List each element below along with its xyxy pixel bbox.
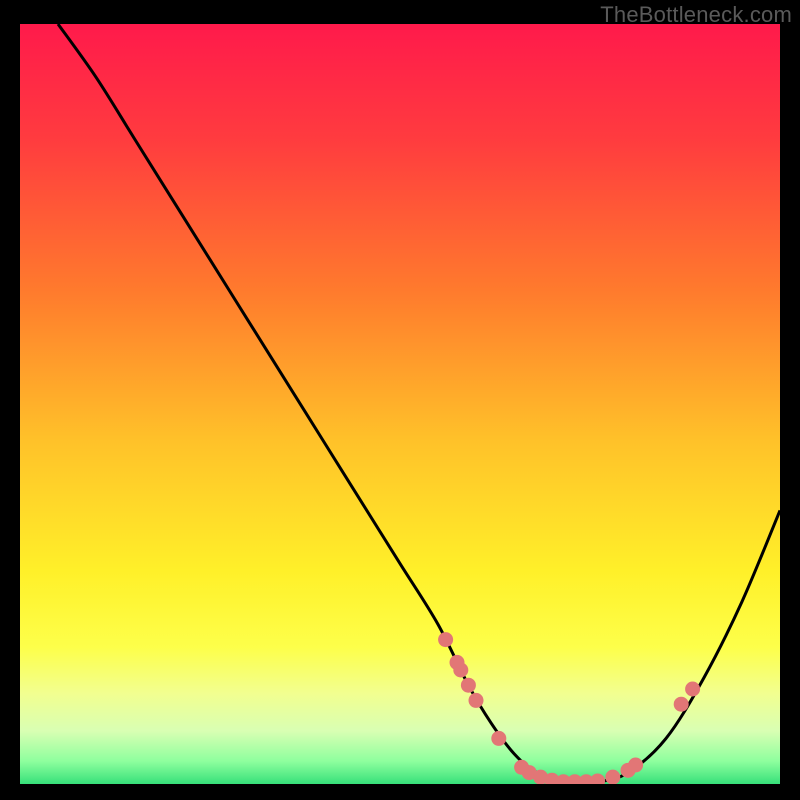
bottleneck-chart <box>20 24 780 784</box>
data-point-marker <box>685 682 700 697</box>
plot-area <box>20 24 780 784</box>
watermark-label: TheBottleneck.com <box>600 2 792 28</box>
data-point-marker <box>674 697 689 712</box>
data-point-marker <box>491 731 506 746</box>
data-point-marker <box>469 693 484 708</box>
data-point-marker <box>461 678 476 693</box>
data-point-marker <box>628 758 643 773</box>
data-point-marker <box>453 663 468 678</box>
data-point-marker <box>605 770 620 784</box>
data-point-marker <box>438 632 453 647</box>
chart-frame: TheBottleneck.com <box>0 0 800 800</box>
